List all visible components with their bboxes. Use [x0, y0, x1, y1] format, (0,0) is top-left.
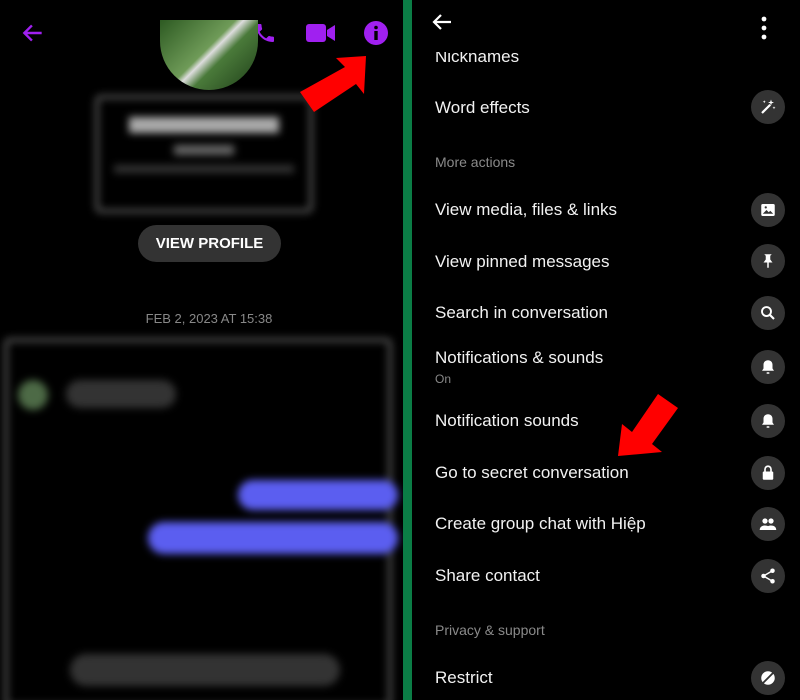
people-icon[interactable]: [751, 507, 785, 541]
divider: [403, 0, 412, 700]
annotation-arrow: [300, 56, 366, 112]
menu-item-view-media[interactable]: View media, files & links: [435, 200, 617, 220]
message-history: [4, 338, 398, 700]
more-vertical-icon[interactable]: [756, 16, 772, 40]
menu-item-create-group-chat[interactable]: Create group chat with Hiệp: [435, 514, 646, 534]
avatar[interactable]: [160, 20, 258, 90]
share-icon[interactable]: [751, 559, 785, 593]
menu-item-restrict[interactable]: Restrict: [435, 668, 493, 688]
image-icon[interactable]: [751, 193, 785, 227]
video-camera-icon[interactable]: [306, 22, 336, 44]
info-icon[interactable]: [364, 21, 388, 45]
pin-icon[interactable]: [751, 244, 785, 278]
menu-item-pinned-messages[interactable]: View pinned messages: [435, 252, 610, 272]
section-more-actions: More actions: [435, 154, 516, 170]
menu-item-notification-sounds[interactable]: Notification sounds: [435, 411, 579, 431]
view-profile-button[interactable]: VIEW PROFILE: [138, 225, 281, 262]
back-arrow-icon[interactable]: [430, 10, 454, 34]
conversation-panel: VIEW PROFILE FEB 2, 2023 AT 15:38: [0, 0, 403, 700]
menu-item-secret-conversation[interactable]: Go to secret conversation: [435, 463, 629, 483]
bell-icon[interactable]: [751, 404, 785, 438]
restrict-icon[interactable]: [751, 661, 785, 695]
notifications-status: On: [435, 372, 452, 386]
chat-settings-panel: Nicknames Word effects More actions View…: [412, 0, 800, 700]
menu-item-word-effects[interactable]: Word effects: [435, 98, 530, 118]
section-privacy-support: Privacy & support: [435, 622, 545, 638]
menu-item-search-conversation[interactable]: Search in conversation: [435, 303, 608, 323]
magic-wand-icon[interactable]: [751, 90, 785, 124]
menu-item-share-contact[interactable]: Share contact: [435, 566, 540, 586]
back-arrow-icon[interactable]: [20, 20, 46, 46]
menu-item-notifications-sounds[interactable]: Notifications & sounds: [435, 348, 603, 368]
profile-name-card: [95, 95, 313, 213]
search-icon[interactable]: [751, 296, 785, 330]
bell-icon[interactable]: [751, 350, 785, 384]
timestamp: FEB 2, 2023 AT 15:38: [145, 311, 273, 326]
lock-icon[interactable]: [751, 456, 785, 490]
annotation-arrow: [618, 394, 678, 456]
